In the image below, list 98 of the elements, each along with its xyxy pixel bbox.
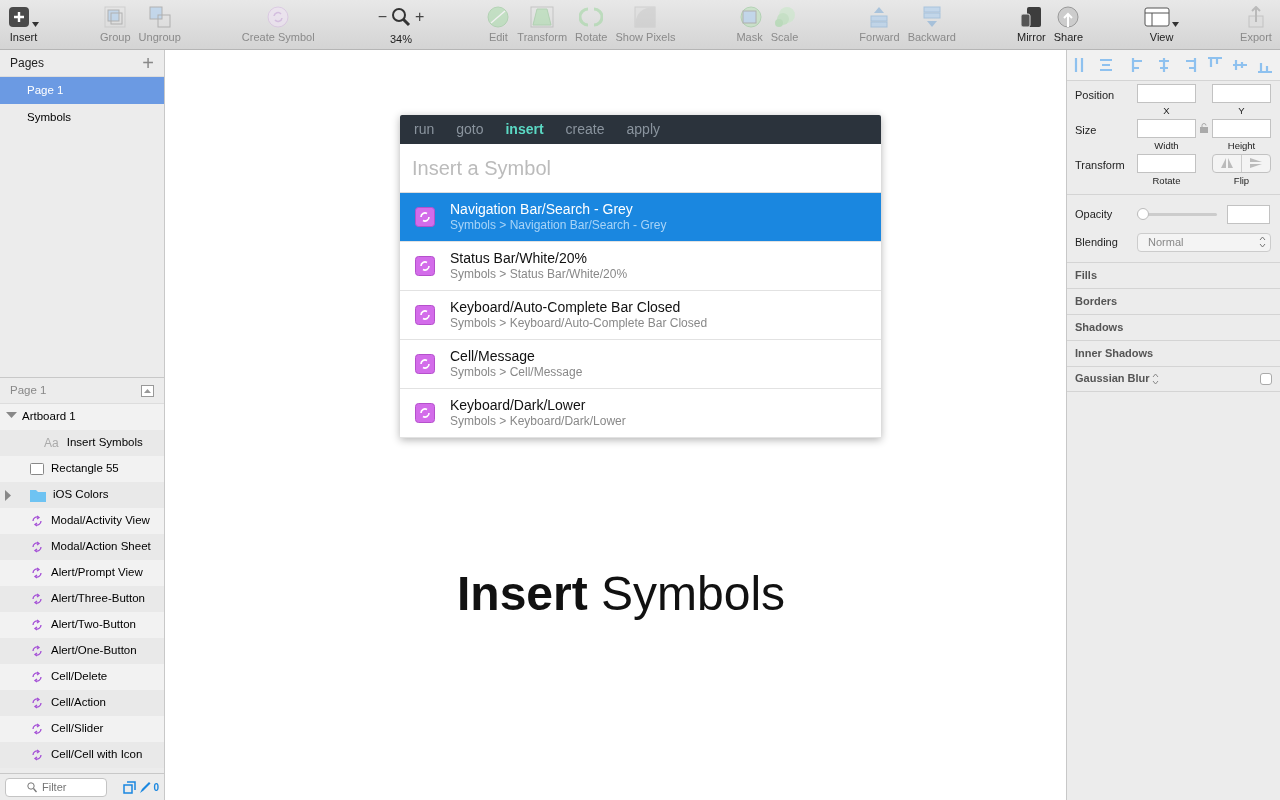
property-label: Position — [1075, 87, 1116, 103]
section-title[interactable]: Fills — [1075, 266, 1097, 284]
property-label: Blending — [1075, 234, 1119, 250]
page-item[interactable]: Symbols — [0, 104, 164, 131]
section-title[interactable]: Shadows — [1075, 318, 1124, 336]
field-caption: Width — [1153, 140, 1180, 151]
share-icon[interactable] — [1057, 6, 1080, 31]
symbol-icon — [415, 403, 435, 423]
symbol-icon — [30, 644, 44, 658]
layer-row[interactable]: Modal/Activity View — [0, 508, 164, 534]
symbol-icon — [30, 592, 44, 606]
symbol-icon — [415, 354, 435, 374]
flip-vertical-icon[interactable] — [1250, 158, 1262, 169]
number-field[interactable] — [1212, 118, 1271, 138]
symbol-icon — [30, 514, 44, 528]
zoom-level: 34% — [389, 32, 412, 47]
stepper-icon[interactable] — [1152, 372, 1160, 385]
toolbar-button[interactable]: Mirror — [1014, 0, 1048, 45]
number-field[interactable] — [1137, 83, 1196, 103]
symbol-icon — [30, 722, 44, 736]
symbol-icon — [415, 256, 435, 276]
search-icon — [27, 781, 37, 793]
symbol-icon — [30, 618, 44, 632]
align-center-icon[interactable] — [1156, 56, 1172, 74]
field-caption: Y — [1237, 105, 1246, 116]
result-title: Navigation Bar/Search - Grey — [450, 200, 634, 218]
layer-row[interactable]: Rectangle 55 — [0, 456, 164, 482]
symbols-filter-icon[interactable] — [122, 780, 136, 794]
panel-title: Pages — [10, 55, 45, 72]
layer-row[interactable]: Artboard 1 — [0, 404, 164, 430]
property-label: Opacity — [1075, 206, 1114, 222]
flip-horizontal-icon[interactable] — [1221, 158, 1233, 169]
layers-title: Page 1 — [10, 382, 47, 398]
opacity-field[interactable] — [1227, 204, 1270, 224]
lock-icon[interactable] — [1200, 122, 1208, 133]
result-item[interactable]: Keyboard/Auto-Complete Bar Closed Symbols > Keyboard/Auto-Complete Bar Closed — [400, 291, 881, 340]
layer-row[interactable]: Alert/Prompt View — [0, 560, 164, 586]
field-caption: Height — [1226, 140, 1257, 151]
symbol-icon — [30, 696, 44, 710]
zoom-in-button[interactable]: + — [411, 6, 429, 28]
toolbar-button[interactable]: Insert — [6, 0, 41, 45]
pen-icon[interactable] — [138, 780, 151, 794]
number-field[interactable] — [1212, 83, 1271, 103]
edited-count: 0 — [153, 780, 159, 795]
zoom-out-button[interactable]: − — [373, 6, 391, 28]
caret-icon[interactable] — [1172, 22, 1180, 27]
caret-icon[interactable] — [32, 22, 39, 27]
layer-row[interactable]: Cell/Slider — [0, 716, 164, 742]
result-item[interactable]: Cell/Message Symbols > Cell/Message — [400, 340, 881, 389]
property-label: Size — [1075, 122, 1098, 138]
palette-tab[interactable]: goto — [456, 119, 484, 140]
result-title: Status Bar/White/20% — [450, 249, 588, 267]
result-item[interactable]: Navigation Bar/Search - Grey Symbols > Navigation Bar/Search - Grey — [400, 193, 881, 242]
result-path: Symbols > Navigation Bar/Search - Grey — [450, 217, 667, 234]
layer-row[interactable]: Alert/Two-Button — [0, 612, 164, 638]
section-title[interactable]: Borders — [1075, 292, 1118, 310]
field-caption: X — [1162, 105, 1171, 116]
distribute-vertical-icon[interactable] — [1098, 56, 1114, 74]
canvas-heading: Insert Symbols — [457, 566, 787, 622]
section-title[interactable]: Gaussian Blur — [1075, 370, 1150, 387]
symbol-icon — [415, 305, 435, 325]
result-item[interactable]: Status Bar/White/20% Symbols > Status Bar/White/20% — [400, 242, 881, 291]
symbol-search-field[interactable]: Insert a Symbol — [400, 144, 881, 193]
collapse-icon[interactable] — [141, 384, 154, 397]
result-title: Cell/Message — [450, 347, 536, 365]
field-caption: Rotate — [1151, 175, 1182, 186]
field-caption: Flip — [1233, 175, 1250, 186]
search-icon[interactable] — [391, 6, 411, 28]
symbol-icon — [415, 207, 435, 227]
layer-row[interactable]: Cell/Delete — [0, 664, 164, 690]
symbol-icon — [30, 566, 44, 580]
property-label: Transform — [1075, 157, 1126, 173]
filter-field[interactable]: Filter — [5, 777, 107, 797]
result-path: Symbols > Keyboard/Dark/Lower — [450, 413, 626, 430]
toolbar-button[interactable]: View — [1142, 0, 1182, 45]
palette-tab[interactable]: apply — [626, 119, 660, 140]
result-path: Symbols > Status Bar/White/20% — [450, 266, 628, 283]
symbol-icon — [30, 540, 44, 554]
checkbox[interactable] — [1260, 372, 1272, 385]
rectangle-icon — [30, 463, 44, 475]
toolbar-button[interactable]: Share — [1051, 0, 1086, 45]
result-title: Keyboard/Dark/Lower — [450, 396, 587, 414]
symbol-icon — [30, 670, 44, 684]
number-field[interactable] — [1137, 153, 1196, 173]
result-title: Keyboard/Auto-Complete Bar Closed — [450, 298, 682, 316]
symbol-icon — [30, 748, 44, 762]
number-field[interactable] — [1137, 118, 1196, 138]
palette-tab[interactable]: run — [414, 119, 435, 140]
chevron-icon[interactable] — [1259, 236, 1266, 248]
result-path: Symbols > Keyboard/Auto-Complete Bar Closed — [450, 315, 708, 332]
result-path: Symbols > Cell/Message — [450, 364, 583, 381]
folder-icon — [30, 488, 46, 502]
slider-thumb[interactable] — [1137, 207, 1149, 220]
section-title[interactable]: Inner Shadows — [1075, 344, 1154, 362]
text-layer-icon: Aa — [44, 434, 59, 452]
palette-tab[interactable]: create — [565, 119, 605, 140]
palette-tab[interactable]: insert — [505, 119, 544, 140]
result-item[interactable]: Keyboard/Dark/Lower Symbols > Keyboard/Dark/Lower — [400, 389, 881, 438]
